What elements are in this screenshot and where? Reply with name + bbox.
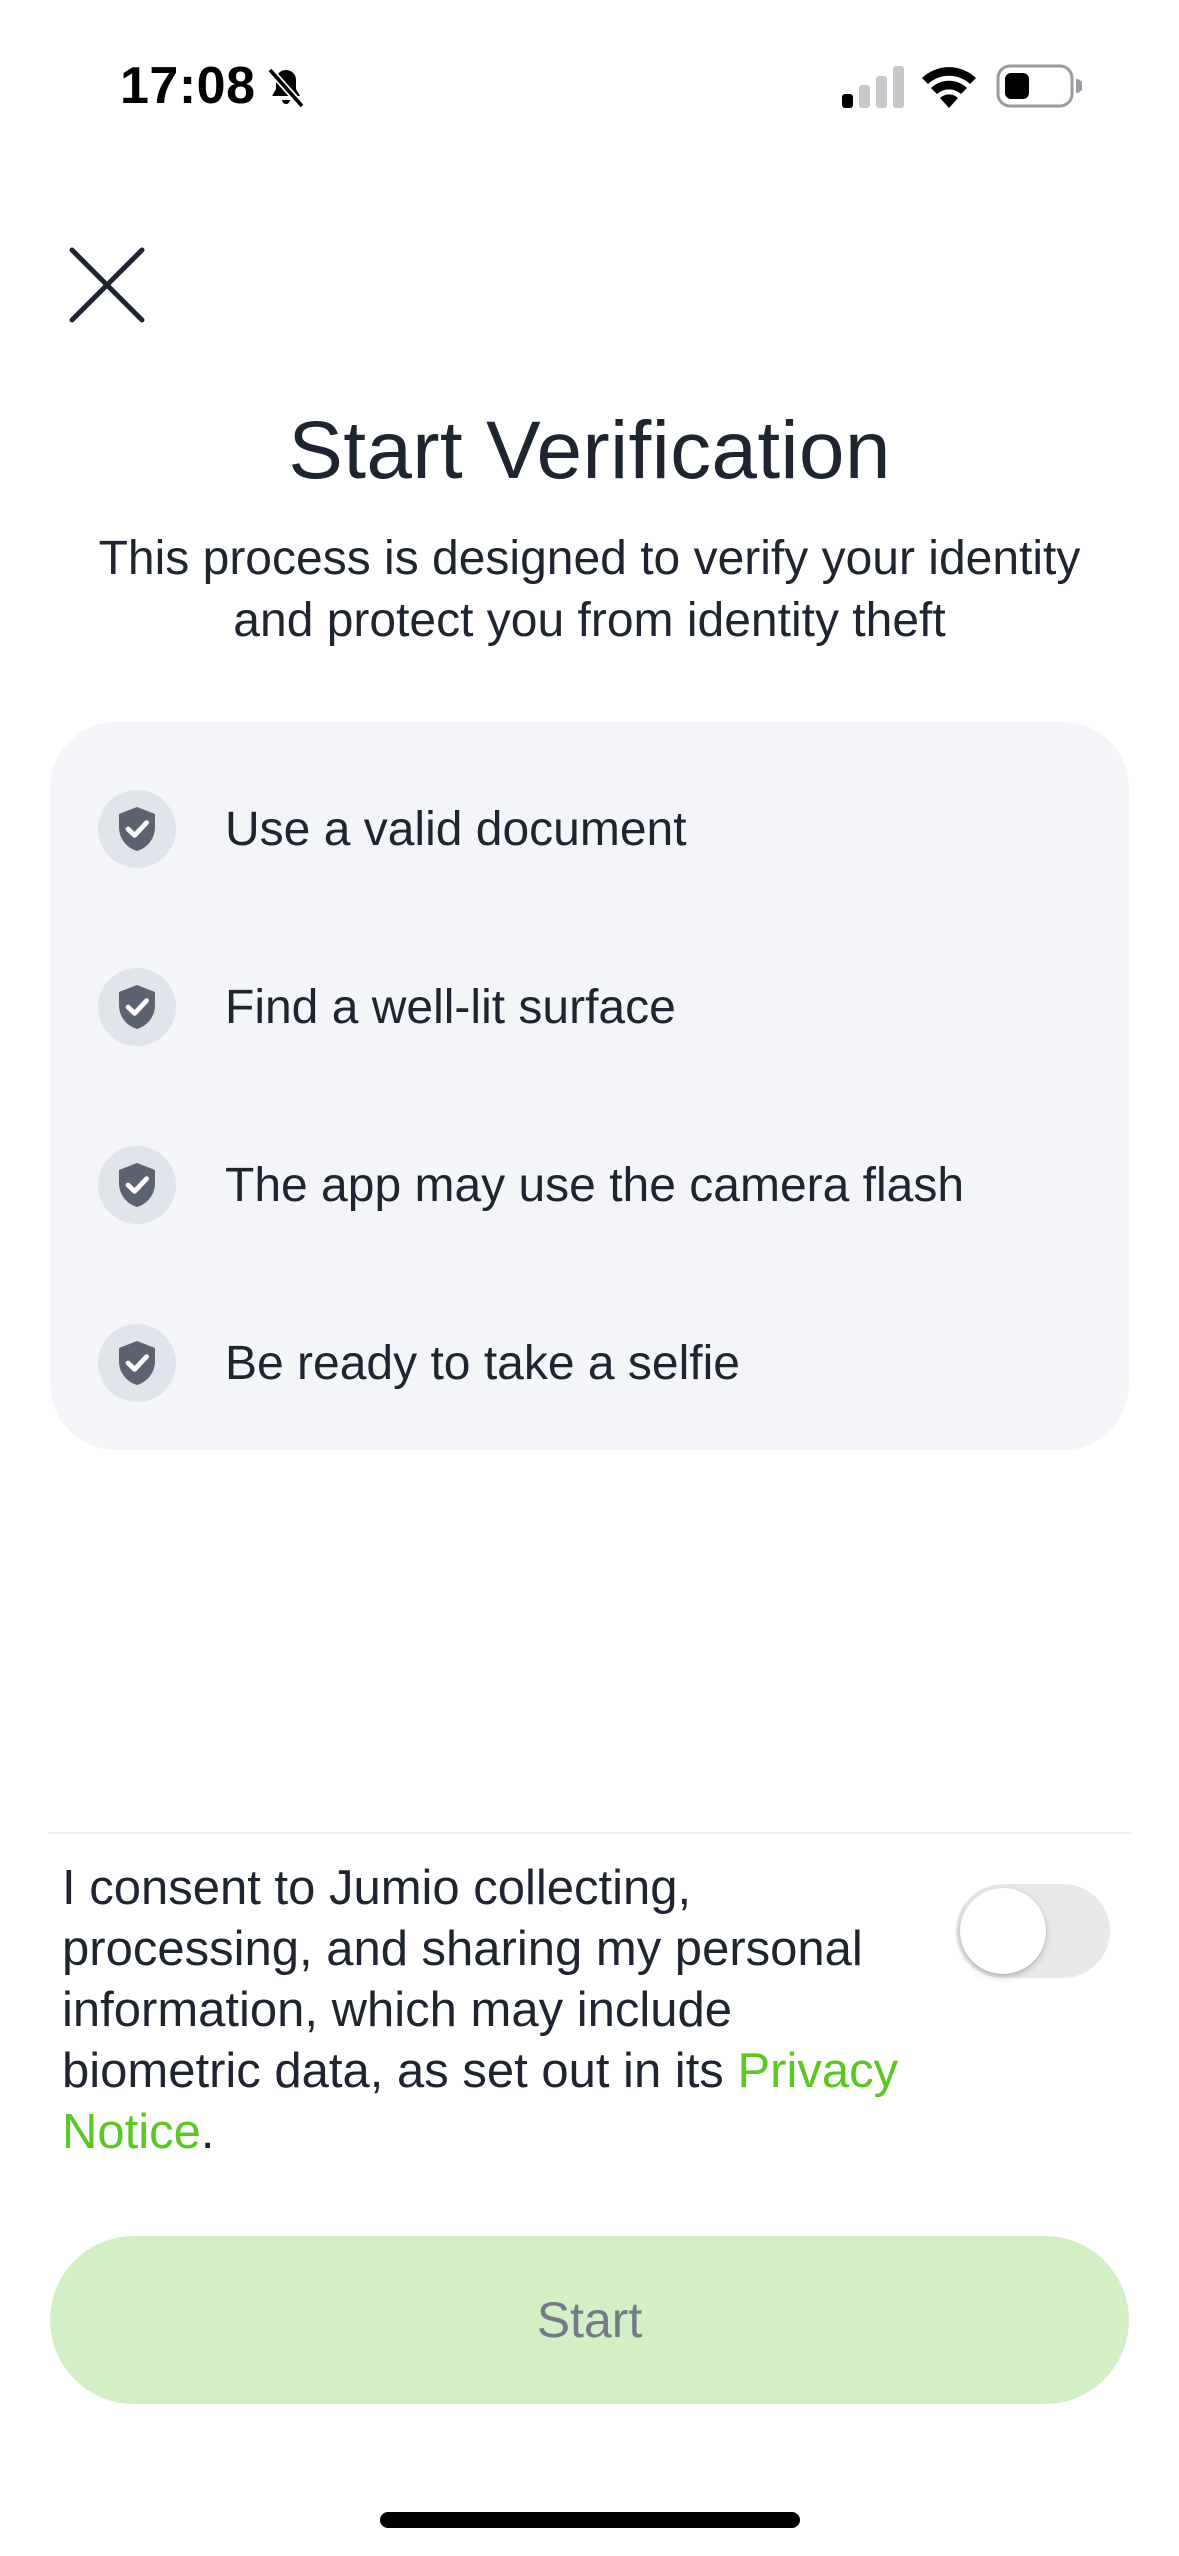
page-subtitle: This process is designed to verify your … — [98, 532, 1081, 647]
shield-check-icon — [98, 790, 176, 868]
checklist-item: Find a well-lit surface — [50, 947, 1129, 1067]
battery-icon — [996, 64, 1082, 108]
checklist-item: Use a valid document — [50, 769, 1129, 889]
checklist-label: Use a valid document — [225, 802, 687, 856]
page-title: Start Verification — [288, 405, 891, 496]
close-icon[interactable] — [62, 240, 152, 330]
shield-check-icon — [98, 1324, 176, 1402]
checklist-label: The app may use the camera flash — [225, 1158, 965, 1212]
home-indicator — [380, 2512, 800, 2528]
toggle-knob — [960, 1888, 1046, 1974]
divider — [48, 1832, 1131, 1834]
consent-suffix: . — [200, 2105, 215, 2159]
bell-slash-icon — [267, 67, 305, 109]
shield-check-icon — [98, 968, 176, 1046]
requirements-card: Use a valid document Find a well-lit sur… — [50, 722, 1129, 1450]
consent-text: I consent to Jumio collecting, processin… — [62, 1858, 922, 2163]
consent-toggle[interactable] — [956, 1884, 1110, 1978]
status-bar: 17:08 — [0, 0, 1179, 150]
cellular-signal-icon — [842, 66, 904, 108]
checklist-item: The app may use the camera flash — [50, 1125, 1129, 1245]
checklist-label: Find a well-lit surface — [225, 980, 676, 1034]
shield-check-icon — [98, 1146, 176, 1224]
wifi-icon — [922, 67, 976, 108]
verification-screen: 17:08 Start Verification This process is… — [0, 0, 1179, 2556]
start-button[interactable]: Start — [50, 2236, 1129, 2404]
status-time: 17:08 — [120, 57, 256, 115]
checklist-item: Be ready to take a selfie — [50, 1303, 1129, 1423]
checklist-label: Be ready to take a selfie — [225, 1336, 740, 1390]
